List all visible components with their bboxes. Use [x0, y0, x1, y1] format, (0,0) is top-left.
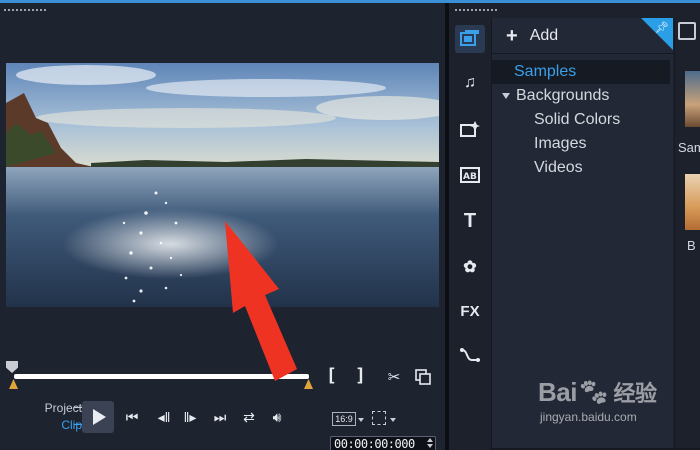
thumbnail-backgrounds[interactable] — [685, 174, 700, 230]
mark-in-button[interactable]: [ — [326, 365, 337, 386]
thumbnail-label: B — [687, 238, 696, 253]
baidu-watermark: Bai🐾︎ 经验 jingyan.baidu.com — [538, 376, 698, 436]
scissors-icon[interactable]: ✂ — [384, 367, 404, 387]
view-toggle-icon[interactable] — [678, 22, 696, 40]
tree-item-images[interactable]: Images — [492, 132, 586, 156]
scrubber-playhead[interactable] — [6, 361, 18, 373]
thumbnail-samples[interactable] — [685, 71, 700, 127]
aspect-dropdown-arrow[interactable] — [358, 418, 364, 422]
tree-item-backgrounds[interactable]: Backgrounds — [492, 84, 609, 108]
mode-project-connector — [74, 407, 82, 408]
play-icon — [93, 409, 106, 425]
media-library-icon[interactable] — [455, 25, 485, 53]
text-t-icon[interactable]: T — [455, 207, 485, 235]
skip-to-start-icon[interactable]: ⏮ — [121, 407, 143, 427]
tree-item-label: Videos — [534, 159, 583, 176]
pin-icon: 📌︎ — [655, 22, 669, 34]
panel-grip[interactable] — [4, 9, 46, 11]
graphics-icon[interactable]: ✿ — [455, 253, 485, 281]
next-frame-icon[interactable]: ‖▸ — [179, 407, 201, 427]
motion-path-icon[interactable] — [455, 341, 485, 369]
trim-in-marker[interactable] — [9, 379, 18, 389]
tree-item-label: Backgrounds — [516, 87, 610, 104]
volume-icon[interactable]: 🔊︎ — [266, 407, 288, 427]
svg-text:AB: AB — [463, 172, 477, 182]
thumbnail-label: Sam — [678, 140, 700, 155]
skip-to-end-icon[interactable]: ⏭ — [209, 407, 231, 427]
tree-item-samples[interactable]: Samples — [492, 60, 670, 84]
watermark-logo: Bai🐾︎ 经验 — [538, 377, 657, 407]
selection-icon[interactable] — [372, 411, 386, 425]
play-button[interactable] — [82, 401, 114, 433]
annotation-arrow — [225, 221, 297, 381]
copy-clip-icon[interactable] — [413, 367, 433, 387]
tree-item-solid-colors[interactable]: Solid Colors — [492, 108, 620, 132]
tree-item-label: Samples — [514, 63, 577, 80]
tree-item-label: Images — [534, 135, 587, 152]
tree-item-label: Solid Colors — [534, 111, 621, 128]
previous-frame-icon[interactable]: ◂‖ — [153, 407, 175, 427]
aspect-ratio-button[interactable]: 16:9 — [332, 412, 356, 426]
add-label: Add — [529, 26, 559, 44]
repeat-icon[interactable]: ⇄ — [238, 407, 260, 427]
mark-out-button[interactable]: ] — [355, 365, 366, 386]
selection-dropdown-arrow[interactable] — [390, 418, 396, 422]
mode-clip-connector — [74, 424, 82, 425]
play-mode-switch[interactable]: Project Clip — [26, 401, 82, 432]
music-icon[interactable]: ♫ — [455, 69, 485, 97]
watermark-url: jingyan.baidu.com — [540, 410, 637, 424]
fx-icon[interactable]: FX — [455, 297, 485, 325]
tree-item-videos[interactable]: Videos — [492, 156, 583, 180]
plus-icon: + — [506, 24, 518, 47]
timecode-field[interactable]: 00:00:00:000 — [330, 436, 436, 450]
panel-grip[interactable] — [455, 9, 497, 11]
transition-icon[interactable] — [455, 115, 485, 143]
timecode-value: 00:00:00:000 — [334, 437, 415, 450]
mode-clip[interactable]: Clip — [26, 418, 82, 432]
title-ab-icon[interactable]: AB — [455, 161, 485, 189]
expand-caret-icon[interactable] — [502, 93, 510, 99]
mode-project[interactable]: Project — [26, 401, 82, 418]
timecode-spinner[interactable] — [427, 438, 433, 448]
player-panel: [ ] ✂ Project Clip ⏮ ◂‖ ‖▸ ⏭ ⇄ 🔊︎ 16:9 0… — [0, 3, 445, 450]
